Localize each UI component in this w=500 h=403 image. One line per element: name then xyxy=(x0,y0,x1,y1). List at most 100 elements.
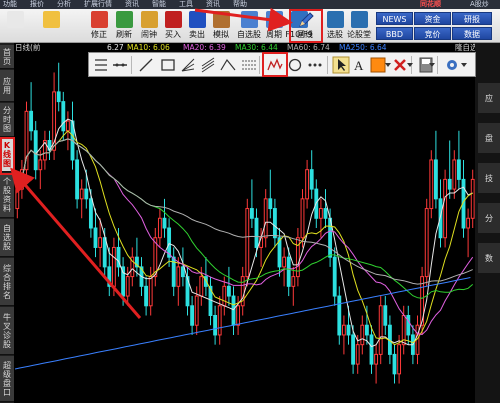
toolbar-separator xyxy=(259,56,260,74)
menu-item[interactable]: 分析 xyxy=(57,0,71,9)
candle xyxy=(107,266,112,287)
settings-icon[interactable] xyxy=(443,56,461,74)
candle xyxy=(406,315,411,336)
tab-diagnosis[interactable]: 牛叉诊股 xyxy=(0,307,14,355)
tab-ranking[interactable]: 综合排名 xyxy=(0,258,14,306)
tab-watchlist[interactable]: 自选股 xyxy=(0,219,14,257)
sell-icon xyxy=(189,11,206,28)
horizontal-line-icon[interactable] xyxy=(111,56,129,74)
circle-icon[interactable] xyxy=(286,56,304,74)
right-tab-board[interactable]: 盘 xyxy=(478,123,500,153)
tab-intraday[interactable]: 分时图 xyxy=(0,103,14,137)
menu-item[interactable]: 扩展行情 xyxy=(84,0,112,9)
menu-item[interactable]: 资讯 xyxy=(206,0,220,9)
toolbar-label: 论股堂 xyxy=(347,30,371,39)
select-icon[interactable] xyxy=(92,56,110,74)
candle xyxy=(213,315,218,336)
candle xyxy=(424,208,429,278)
wave-icon[interactable] xyxy=(266,56,284,74)
cursor-icon[interactable] xyxy=(332,56,350,74)
channel-icon[interactable] xyxy=(199,56,217,74)
pencil-icon xyxy=(299,12,314,27)
candle xyxy=(364,324,369,336)
buy-icon xyxy=(165,11,182,28)
kline-chart[interactable] xyxy=(15,53,475,403)
research-button[interactable]: 研报 xyxy=(452,12,492,25)
toolbar-separator xyxy=(437,56,438,74)
right-tab-analysis[interactable]: 分 xyxy=(478,203,500,233)
left-sidebar: 首页 应用 分时图 K线图 个股资料 自选股 综合排名 牛叉诊股 超级盘口 xyxy=(0,43,14,403)
simulate-icon xyxy=(213,11,230,28)
candle xyxy=(323,208,328,219)
funds-button[interactable]: 资金 xyxy=(414,12,451,25)
rectangle-icon[interactable] xyxy=(159,56,177,74)
app-logo-button[interactable] xyxy=(2,10,28,42)
tab-apps[interactable]: 应用 xyxy=(0,70,14,102)
auction-button[interactable]: 竞价 xyxy=(414,27,451,40)
back-icon xyxy=(43,11,60,28)
candle xyxy=(254,217,259,248)
app-logo-icon xyxy=(7,11,24,28)
candle xyxy=(272,208,277,239)
bbd-button[interactable]: BBD xyxy=(376,27,413,40)
candle xyxy=(125,276,130,297)
menu-item[interactable]: 工具 xyxy=(179,0,193,9)
tab-home[interactable]: 首页 xyxy=(0,45,14,69)
data-button[interactable]: 数据 xyxy=(452,27,492,40)
parallel-icon[interactable] xyxy=(219,56,237,74)
candle xyxy=(144,285,149,307)
ma60-line xyxy=(16,138,473,285)
menu-item[interactable]: 帮助 xyxy=(233,0,247,9)
chevron-down-icon[interactable] xyxy=(429,63,435,67)
tab-stock-info[interactable]: 个股资料 xyxy=(0,173,14,218)
candle xyxy=(383,305,388,326)
tab-kline[interactable]: K线图 xyxy=(0,138,14,172)
candle xyxy=(180,266,185,278)
forum-button[interactable]: 论股堂 xyxy=(346,10,372,42)
refresh-icon xyxy=(116,11,133,28)
chevron-down-icon[interactable] xyxy=(407,63,413,67)
news-tab-button[interactable]: NEWS xyxy=(376,12,413,25)
candle xyxy=(452,159,457,190)
simulate-button[interactable]: 模拟 xyxy=(208,10,234,42)
candle xyxy=(88,198,93,229)
menu-item[interactable]: 报价 xyxy=(30,0,44,9)
candle xyxy=(65,120,70,132)
diagonal-line-icon[interactable] xyxy=(137,56,155,74)
tab-order-book[interactable]: 超级盘口 xyxy=(0,356,14,402)
candle xyxy=(318,208,323,219)
candle xyxy=(351,334,356,365)
fibonacci-icon[interactable] xyxy=(240,56,258,74)
candle xyxy=(33,130,38,171)
right-tab-data[interactable]: 数 xyxy=(478,243,500,273)
period-label: 日线(前 xyxy=(15,43,41,52)
fan-icon[interactable] xyxy=(179,56,197,74)
chevron-down-icon[interactable] xyxy=(385,63,391,67)
candle xyxy=(102,237,107,268)
menu-item[interactable]: 功能 xyxy=(3,0,17,9)
candle xyxy=(222,285,227,307)
right-tab-app[interactable]: 应 xyxy=(478,83,500,113)
period-icon xyxy=(266,11,283,28)
candle xyxy=(162,217,167,229)
draw-line-button[interactable]: 画线 xyxy=(292,10,318,42)
candle xyxy=(148,276,153,307)
modify-icon xyxy=(91,11,108,28)
candle xyxy=(369,334,374,365)
chevron-down-icon[interactable] xyxy=(461,63,467,67)
candle xyxy=(282,256,287,268)
candle xyxy=(231,295,236,326)
right-tab-tech[interactable]: 技 xyxy=(478,163,500,193)
candle xyxy=(447,178,452,190)
right-panel: 应 盘 技 分 数 xyxy=(475,43,500,403)
menu-item[interactable]: 资讯 xyxy=(125,0,139,9)
watchlist-icon xyxy=(241,11,258,28)
menu-item[interactable]: 智能 xyxy=(152,0,166,9)
candle xyxy=(470,178,475,219)
candle xyxy=(360,324,365,346)
text-icon[interactable]: A xyxy=(351,56,369,74)
candle xyxy=(56,91,61,103)
more-icon[interactable] xyxy=(306,56,324,74)
candle xyxy=(286,256,291,287)
back-button[interactable] xyxy=(38,10,64,42)
